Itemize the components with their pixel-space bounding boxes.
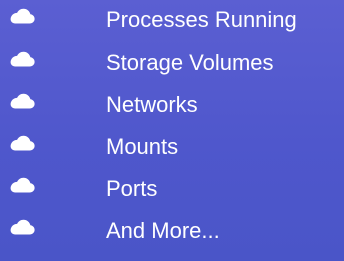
feature-label: Storage Volumes	[106, 50, 274, 75]
cloud-icon	[10, 135, 35, 151]
list-item: Mounts	[0, 130, 344, 164]
feature-label: Processes Running	[106, 7, 297, 32]
list-item: And More...	[0, 214, 344, 248]
list-item: Ports	[0, 172, 344, 206]
list-item: Processes Running	[0, 3, 344, 37]
feature-label: Ports	[106, 176, 158, 201]
cloud-icon	[10, 93, 35, 109]
cloud-icon	[10, 8, 35, 24]
list-item: Networks	[0, 88, 344, 122]
cloud-icon	[10, 51, 35, 67]
feature-list: Processes Running Storage Volumes Networ…	[0, 0, 344, 261]
feature-label: Networks	[106, 92, 198, 117]
cloud-icon	[10, 219, 35, 235]
list-item: Storage Volumes	[0, 46, 344, 80]
feature-label: And More...	[106, 218, 220, 243]
feature-label: Mounts	[106, 134, 179, 159]
cloud-icon	[10, 177, 35, 193]
